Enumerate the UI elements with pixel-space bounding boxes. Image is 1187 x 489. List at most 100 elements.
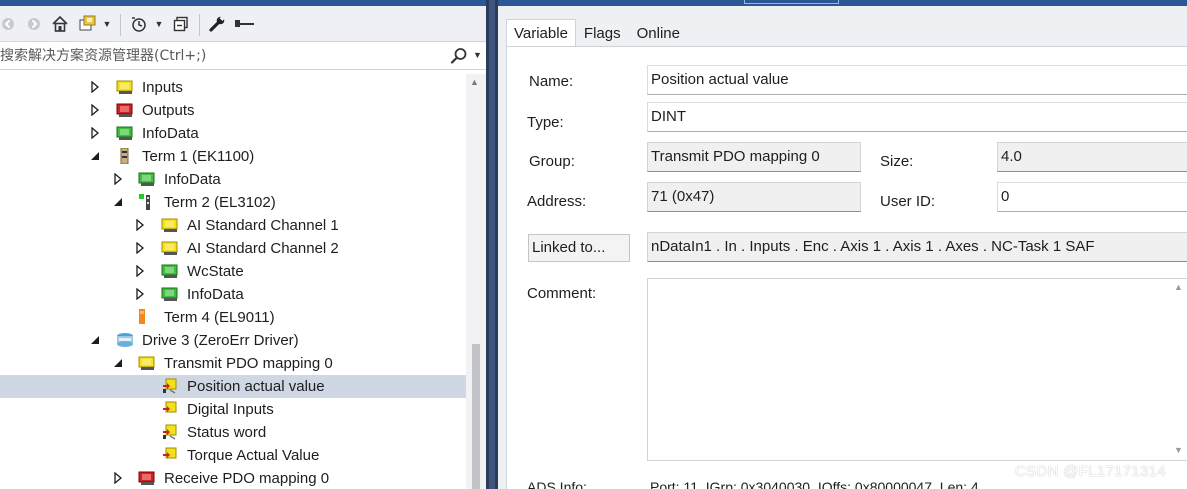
tree-item-label: AI Standard Channel 2: [187, 240, 339, 257]
folder-yellow-icon: [116, 79, 134, 95]
scrollbar-thumb[interactable]: [472, 344, 480, 489]
variable-linked-icon: [161, 378, 179, 394]
coupler-icon: [116, 147, 134, 165]
chevron-down-icon[interactable]: ▼: [101, 12, 113, 36]
tree-item-label: Torque Actual Value: [187, 447, 320, 464]
expand-arrow-icon[interactable]: [112, 196, 124, 208]
collapse-arrow-icon[interactable]: [134, 242, 146, 254]
ide-window: ▼ ▼ ▼ InputsOutputsInfoDataTerm: [0, 0, 1187, 489]
watermark: CSDN @FL17171314: [1015, 463, 1166, 480]
address-field: 71 (0x47): [647, 182, 861, 212]
home-icon[interactable]: [48, 12, 72, 36]
linked-to-button[interactable]: Linked to...: [528, 234, 630, 262]
collapse-arrow-icon[interactable]: [134, 288, 146, 300]
title-box: [744, 0, 839, 4]
back-icon[interactable]: [0, 12, 16, 36]
scroll-up-icon[interactable]: ▲: [470, 77, 479, 87]
tree-item-label: Transmit PDO mapping 0: [164, 355, 333, 372]
variable-tab-content: Name: Position actual value Type: DINT G…: [506, 46, 1187, 489]
linked-to-field: nDataIn1 . In . Inputs . Enc . Axis 1 . …: [647, 232, 1187, 262]
tree-item[interactable]: InfoData: [0, 122, 466, 145]
tree-item[interactable]: Inputs: [0, 76, 466, 99]
collapse-arrow-icon[interactable]: [112, 173, 124, 185]
tree-item-label: Drive 3 (ZeroErr Driver): [142, 332, 299, 349]
folder-green-icon: [138, 171, 156, 187]
tree-item-label: Status word: [187, 424, 267, 441]
tree-item[interactable]: Digital Inputs: [0, 398, 466, 421]
tree-item[interactable]: InfoData: [0, 283, 466, 306]
pending-changes-icon[interactable]: [128, 12, 152, 36]
tree-item[interactable]: Drive 3 (ZeroErr Driver): [0, 329, 466, 352]
scroll-down-icon[interactable]: ▼: [1174, 445, 1183, 455]
tree-item[interactable]: Term 4 (EL9011): [0, 306, 466, 329]
tree-item[interactable]: WcState: [0, 260, 466, 283]
variable-properties-panel: Variable Flags Online Name: Position act…: [498, 0, 1187, 489]
drive-icon: [116, 332, 134, 348]
chevron-down-icon[interactable]: ▼: [473, 50, 482, 60]
switch-views-icon[interactable]: [78, 12, 100, 36]
tree-item[interactable]: Term 2 (EL3102): [0, 191, 466, 214]
user-id-field[interactable]: 0: [997, 182, 1187, 212]
toolbar-separator: [199, 14, 200, 36]
explorer-search: ▼: [0, 43, 486, 70]
group-field: Transmit PDO mapping 0: [647, 142, 861, 172]
type-label: Type:: [527, 114, 564, 131]
collapse-arrow-icon[interactable]: [134, 219, 146, 231]
tree-item[interactable]: AI Standard Channel 2: [0, 237, 466, 260]
tab-flags[interactable]: Flags: [576, 19, 629, 46]
tree-scrollbar[interactable]: ▲: [466, 74, 486, 489]
expand-arrow-icon[interactable]: [112, 357, 124, 369]
solution-explorer: ▼ ▼ ▼ InputsOutputsInfoDataTerm: [0, 0, 486, 489]
folder-yellow-icon: [161, 217, 179, 233]
name-field[interactable]: Position actual value: [647, 65, 1187, 95]
tree-item-label: Inputs: [142, 79, 183, 96]
collapse-arrow-icon[interactable]: [134, 265, 146, 277]
folder-red-icon: [116, 102, 134, 118]
minus-icon[interactable]: [234, 12, 256, 36]
search-input[interactable]: [0, 45, 440, 67]
panel-splitter[interactable]: [486, 0, 498, 489]
chevron-down-icon[interactable]: ▼: [153, 12, 165, 36]
folder-yellow-icon: [161, 240, 179, 256]
splitter-grip: [489, 0, 495, 489]
folder-green-icon: [116, 125, 134, 141]
forward-icon[interactable]: [24, 12, 44, 36]
comment-label: Comment:: [527, 285, 597, 302]
tree-item[interactable]: Receive PDO mapping 0: [0, 467, 466, 489]
tab-online[interactable]: Online: [629, 19, 688, 46]
tree-item-label: InfoData: [164, 171, 221, 188]
address-label: Address:: [527, 193, 587, 210]
terminal-orange-icon: [138, 309, 156, 325]
collapse-arrow-icon[interactable]: [89, 127, 101, 139]
variable-linked-icon: [161, 424, 179, 440]
scroll-up-icon[interactable]: ▲: [1174, 282, 1183, 292]
tree-item[interactable]: Torque Actual Value: [0, 444, 466, 467]
wrench-icon[interactable]: [206, 12, 228, 36]
toolbar-separator: [120, 14, 121, 36]
tree-item[interactable]: Status word: [0, 421, 466, 444]
collapse-arrow-icon[interactable]: [89, 81, 101, 93]
tree-item[interactable]: Term 1 (EK1100): [0, 145, 466, 168]
editor-title-bar: [498, 0, 1187, 6]
tab-variable[interactable]: Variable: [506, 19, 576, 47]
collapse-arrow-icon[interactable]: [112, 472, 124, 484]
tree-item-label: Term 4 (EL9011): [164, 309, 275, 326]
tree-item[interactable]: Outputs: [0, 99, 466, 122]
expand-arrow-icon[interactable]: [89, 150, 101, 162]
collapse-arrow-icon[interactable]: [89, 104, 101, 116]
property-tabs: Variable Flags Online: [506, 19, 688, 47]
tree-item[interactable]: Position actual value: [0, 375, 466, 398]
folder-yellow-icon: [138, 355, 156, 371]
type-field[interactable]: DINT: [647, 102, 1187, 132]
collapse-all-icon[interactable]: [170, 12, 192, 36]
folder-green-icon: [161, 263, 179, 279]
comment-textarea[interactable]: ▲ ▼: [647, 278, 1187, 461]
expand-arrow-icon[interactable]: [89, 334, 101, 346]
comment-scrollbar[interactable]: ▲ ▼: [1170, 279, 1187, 460]
search-icon[interactable]: [450, 47, 468, 65]
tree-item-label: Digital Inputs: [187, 401, 274, 418]
tree-item[interactable]: AI Standard Channel 1: [0, 214, 466, 237]
tree-item[interactable]: InfoData: [0, 168, 466, 191]
tree-item[interactable]: Transmit PDO mapping 0: [0, 352, 466, 375]
name-label: Name:: [529, 73, 574, 90]
